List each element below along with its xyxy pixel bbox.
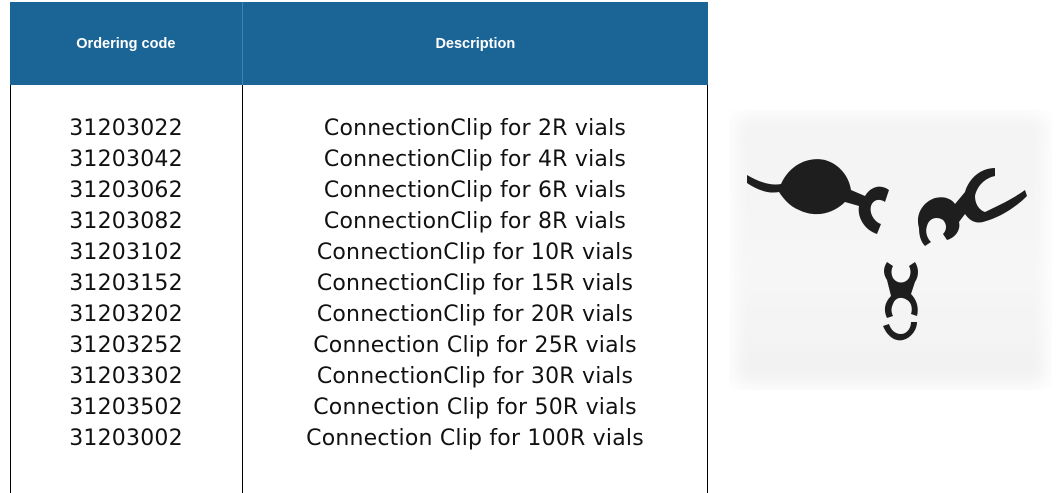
table-header-row: Ordering code Description xyxy=(10,2,708,85)
connection-clip-icon xyxy=(747,159,1027,341)
connection-clips-photo xyxy=(729,110,1052,390)
description-cell: ConnectionClip for 15R vials xyxy=(316,271,634,296)
ordering-code-cell: 31203202 xyxy=(69,302,183,327)
description-cell: ConnectionClip for 20R vials xyxy=(316,302,634,327)
table-row: 31203302 ConnectionClip for 30R vials xyxy=(10,361,708,392)
description-cell: ConnectionClip for 10R vials xyxy=(316,240,634,265)
ordering-code-cell: 31203502 xyxy=(69,395,183,420)
description-cell: ConnectionClip for 4R vials xyxy=(323,147,627,172)
description-cell: Connection Clip for 50R vials xyxy=(313,395,637,420)
description-cell: ConnectionClip for 30R vials xyxy=(316,364,634,389)
table-row: 31203042 ConnectionClip for 4R vials xyxy=(10,144,708,175)
ordering-code-cell: 31203302 xyxy=(69,364,183,389)
ordering-table: Ordering code Description 31203022 Conne… xyxy=(10,0,708,493)
table-row: 31203082 ConnectionClip for 8R vials xyxy=(10,206,708,237)
description-cell: ConnectionClip for 6R vials xyxy=(323,178,627,203)
description-cell: Connection Clip for 100R vials xyxy=(306,426,644,451)
table-row: 31203152 ConnectionClip for 15R vials xyxy=(10,268,708,299)
ordering-code-cell: 31203152 xyxy=(69,271,183,296)
table-row: 31203022 ConnectionClip for 2R vials xyxy=(10,113,708,144)
ordering-code-cell: 31203022 xyxy=(69,116,183,141)
ordering-code-cell: 31203102 xyxy=(69,240,183,265)
description-cell: Connection Clip for 25R vials xyxy=(313,333,637,358)
table-body: 31203022 ConnectionClip for 2R vials 312… xyxy=(10,85,708,493)
ordering-code-cell: 31203002 xyxy=(69,426,183,451)
table-rows: 31203022 ConnectionClip for 2R vials 312… xyxy=(10,113,708,454)
header-ordering-code: Ordering code xyxy=(10,2,243,85)
table-row: 31203102 ConnectionClip for 10R vials xyxy=(10,237,708,268)
table-row: 31203252 Connection Clip for 25R vials xyxy=(10,330,708,361)
header-description: Description xyxy=(435,35,516,52)
table-row: 31203202 ConnectionClip for 20R vials xyxy=(10,299,708,330)
ordering-code-cell: 31203042 xyxy=(69,147,183,172)
ordering-code-cell: 31203252 xyxy=(69,333,183,358)
ordering-code-cell: 31203082 xyxy=(69,209,183,234)
table-row: 31203502 Connection Clip for 50R vials xyxy=(10,392,708,423)
table-row: 31203062 ConnectionClip for 6R vials xyxy=(10,175,708,206)
table-row: 31203002 Connection Clip for 100R vials xyxy=(10,423,708,454)
description-cell: ConnectionClip for 8R vials xyxy=(323,209,627,234)
ordering-code-cell: 31203062 xyxy=(69,178,183,203)
description-cell: ConnectionClip for 2R vials xyxy=(323,116,627,141)
